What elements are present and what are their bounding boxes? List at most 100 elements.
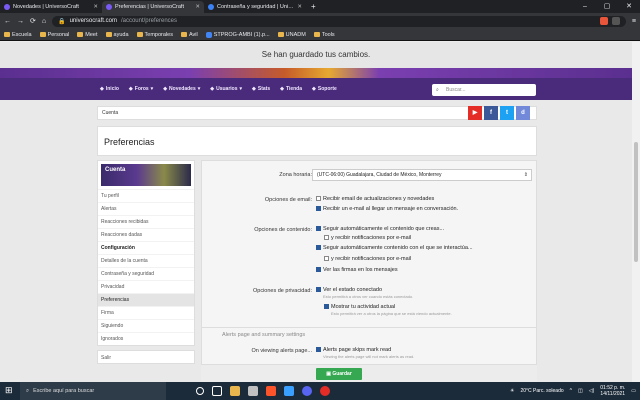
weather-icon: ☀ bbox=[510, 388, 515, 394]
save-button[interactable]: ▣ Guardar bbox=[316, 368, 362, 380]
bookmark-avil[interactable]: Avil bbox=[180, 32, 198, 38]
reload-icon[interactable]: ⟳ bbox=[30, 17, 36, 25]
url-field[interactable]: 🔒 universocraft.com/account/preferences bbox=[52, 15, 626, 27]
sidebar-item-reacciones-dadas[interactable]: Reacciones dadas bbox=[98, 228, 194, 241]
watch-interacted-email-checkbox[interactable]: y recibir notificaciones por e-mail bbox=[324, 256, 411, 262]
discord-icon[interactable]: d bbox=[516, 106, 530, 120]
system-tray: ☀ 20°C Parc. soleado ^ ◫ ◁) 01:52 p. m. 1… bbox=[510, 382, 636, 400]
bookmark-tools[interactable]: Tools bbox=[313, 32, 335, 38]
sidebar-item-detalles[interactable]: Detalles de la cuenta bbox=[98, 254, 194, 267]
home-icon[interactable]: ⌂ bbox=[42, 18, 46, 25]
close-tab-icon[interactable]: ✕ bbox=[195, 4, 200, 10]
page-scrollbar[interactable] bbox=[632, 42, 640, 382]
search-icon: ⌕ bbox=[436, 87, 439, 93]
email-updates-checkbox[interactable]: Recibir email de actualizaciones y noved… bbox=[316, 196, 434, 202]
alerts-skip-mark-read-checkbox[interactable]: Alerts page skips mark read Viewing the a… bbox=[316, 347, 414, 359]
tab-novedades[interactable]: Novedades | UniversoCraft ✕ bbox=[0, 1, 102, 13]
volume-icon[interactable]: ◁) bbox=[589, 388, 595, 394]
rewards-icon[interactable] bbox=[611, 17, 620, 25]
nav-tienda[interactable]: ◆ Tienda bbox=[280, 86, 302, 92]
tab-preferencias[interactable]: Preferencias | UniversoCraft ✕ bbox=[102, 1, 204, 13]
close-tab-icon[interactable]: ✕ bbox=[93, 4, 98, 10]
scrollbar-thumb[interactable] bbox=[634, 142, 638, 262]
bookmark-meet[interactable]: Meet bbox=[77, 32, 98, 38]
sidebar-item-reacciones-recibidas[interactable]: Reacciones recibidas bbox=[98, 215, 194, 228]
show-activity-checkbox[interactable]: Mostrar tu actividad actual Esto permitir… bbox=[324, 304, 452, 316]
sidebar-item-perfil[interactable]: Tu perfil bbox=[98, 189, 194, 202]
file-explorer-icon[interactable] bbox=[230, 386, 240, 396]
checkbox-icon bbox=[324, 256, 329, 261]
folder-icon bbox=[180, 32, 187, 37]
timezone-label: Zona horaria: bbox=[279, 172, 312, 178]
sidebar-item-firma[interactable]: Firma bbox=[98, 306, 194, 319]
search-input[interactable]: ⌕ Buscar... bbox=[432, 84, 536, 96]
nav-usuarios[interactable]: ◆ Usuarios ▾ bbox=[210, 86, 242, 92]
sidebar-item-preferencias[interactable]: Preferencias bbox=[98, 293, 194, 306]
sidebar-item-siguiendo[interactable]: Siguiendo bbox=[98, 319, 194, 332]
brave-browser-icon[interactable] bbox=[266, 386, 276, 396]
youtube-icon[interactable]: ▶ bbox=[468, 106, 482, 120]
nav-soporte[interactable]: ◆ Soporte bbox=[312, 86, 337, 92]
bookmark-escuela[interactable]: Escuela bbox=[4, 32, 32, 38]
sidebar-item-contrasena[interactable]: Contraseña y seguridad bbox=[98, 267, 194, 280]
bookmark-stprog[interactable]: STPROG-AMBI (1).p... bbox=[205, 31, 270, 38]
clock[interactable]: 01:52 p. m. 14/11/2021 bbox=[600, 385, 625, 397]
show-signatures-checkbox[interactable]: Ver las firmas en los mensajes bbox=[316, 267, 398, 273]
store-icon[interactable] bbox=[284, 386, 294, 396]
back-icon[interactable]: ← bbox=[4, 18, 11, 25]
email-options-label: Opciones de email: bbox=[264, 197, 312, 203]
timezone-select[interactable]: (UTC-06:00) Guadalajara, Ciudad de Méxic… bbox=[312, 169, 532, 181]
save-bar: ▣ Guardar bbox=[201, 364, 537, 382]
tab-contrasena[interactable]: Contraseña y seguridad | UniversoC...✕ bbox=[204, 1, 306, 13]
facebook-icon[interactable]: f bbox=[484, 106, 498, 120]
alerts-page-label: On viewing alerts page... bbox=[251, 348, 312, 354]
new-tab-button[interactable]: + bbox=[306, 1, 321, 13]
bookmark-ayuda[interactable]: ayuda bbox=[105, 32, 129, 38]
breadcrumb-cuenta[interactable]: Cuenta bbox=[102, 110, 118, 116]
nav-novedades[interactable]: ◆ Novedades ▾ bbox=[163, 86, 200, 92]
close-tab-icon[interactable]: ✕ bbox=[297, 4, 302, 10]
sidebar-item-alertas[interactable]: Alertas bbox=[98, 202, 194, 215]
weather-text[interactable]: 20°C Parc. soleado bbox=[521, 388, 564, 394]
tray-chevron-icon[interactable]: ^ bbox=[570, 388, 572, 394]
menu-icon[interactable]: ≡ bbox=[632, 18, 636, 25]
main-nav: ◆ Inicio ◆ Foros ▾ ◆ Novedades ▾ ◆ Usuar… bbox=[0, 78, 632, 100]
watch-interacted-checkbox[interactable]: Seguir automáticamente contenido con el … bbox=[316, 245, 473, 251]
browser-tab-bar: Novedades | UniversoCraft ✕ Preferencias … bbox=[0, 0, 640, 13]
notifications-icon[interactable]: ▭ bbox=[631, 388, 636, 394]
show-online-checkbox[interactable]: Ver el estado conectado Esto permitirá a … bbox=[316, 287, 413, 299]
bookmark-temporales[interactable]: Temporales bbox=[136, 32, 173, 38]
taskbar-search-input[interactable]: ⌕ Escribe aquí para buscar bbox=[20, 382, 166, 400]
sidebar-header: Cuenta bbox=[101, 164, 191, 186]
cortana-icon[interactable] bbox=[196, 387, 204, 395]
network-icon[interactable]: ◫ bbox=[578, 388, 583, 394]
alerts-section-header: Alerts page and summary settings bbox=[202, 327, 536, 341]
checkbox-checked-icon bbox=[324, 304, 329, 309]
select-arrows-icon: ⇕ bbox=[523, 172, 528, 178]
email-conversation-checkbox[interactable]: Recibir un e-mail al llegar un mensaje e… bbox=[316, 206, 458, 212]
bookmarks-bar: Escuela Personal Meet ayuda Temporales A… bbox=[0, 29, 640, 41]
bookmark-unadm[interactable]: UNADM bbox=[277, 32, 306, 38]
nav-stats[interactable]: ◆ Stats bbox=[252, 86, 270, 92]
logout-link[interactable]: Salir bbox=[97, 350, 195, 364]
close-window-icon[interactable]: ✕ bbox=[618, 0, 640, 13]
minimize-icon[interactable]: – bbox=[574, 0, 596, 13]
forward-icon[interactable]: → bbox=[17, 18, 24, 25]
watch-created-checkbox[interactable]: Seguir automáticamente el contenido que … bbox=[316, 226, 444, 232]
brave-shield-icon[interactable] bbox=[599, 17, 608, 25]
red-app-icon[interactable] bbox=[320, 386, 330, 396]
nav-inicio[interactable]: ◆ Inicio bbox=[100, 86, 119, 92]
task-view-icon[interactable] bbox=[212, 386, 222, 396]
nav-foros[interactable]: ◆ Foros ▾ bbox=[129, 86, 153, 92]
taskbar: ⊞ ⌕ Escribe aquí para buscar ☀ 20°C Parc.… bbox=[0, 382, 640, 400]
watch-created-email-checkbox[interactable]: y recibir notificaciones por e-mail bbox=[324, 235, 411, 241]
discord-app-icon[interactable] bbox=[302, 386, 312, 396]
maximize-icon[interactable]: ▢ bbox=[596, 0, 618, 13]
sidebar-item-ignorados[interactable]: Ignorados bbox=[98, 332, 194, 345]
sidebar-item-privacidad[interactable]: Privacidad bbox=[98, 280, 194, 293]
twitter-icon[interactable]: t bbox=[500, 106, 514, 120]
windows-start-icon[interactable]: ⊞ bbox=[5, 385, 13, 396]
bookmark-personal[interactable]: Personal bbox=[39, 32, 69, 38]
settings-icon[interactable] bbox=[248, 386, 258, 396]
privacy-options-label: Opciones de privacidad: bbox=[252, 288, 312, 294]
